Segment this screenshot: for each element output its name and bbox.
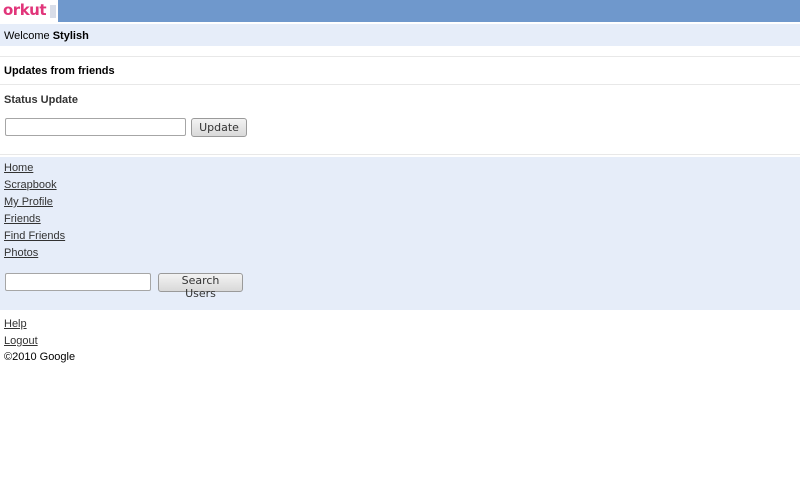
nav-link-home[interactable]: Home: [4, 162, 33, 174]
welcome-bar: Welcome Stylish: [0, 24, 800, 46]
welcome-prefix: Welcome: [4, 30, 50, 42]
nav-link-scrapbook[interactable]: Scrapbook: [4, 179, 57, 191]
top-header-bar: orkut: [0, 0, 800, 22]
status-update-input[interactable]: [5, 118, 186, 136]
welcome-username: Stylish: [52, 30, 89, 42]
updates-title: Updates from friends: [4, 65, 115, 77]
nav-link-find-friends[interactable]: Find Friends: [4, 230, 65, 242]
divider: [0, 84, 800, 85]
copyright-text: ©2010 Google: [4, 351, 76, 363]
search-users-button[interactable]: Search Users: [158, 273, 243, 300]
navigation-panel: Home Scrapbook My Profile Friends Find F…: [0, 157, 800, 310]
search-users-input[interactable]: [5, 273, 151, 291]
nav-link-friends[interactable]: Friends: [4, 213, 41, 225]
divider: [0, 154, 800, 155]
help-link[interactable]: Help: [4, 318, 27, 330]
divider: [0, 56, 800, 57]
nav-link-photos[interactable]: Photos: [4, 247, 38, 259]
logo-text: orkut: [3, 1, 47, 19]
status-update-label: Status Update: [4, 94, 78, 106]
orkut-logo[interactable]: orkut: [0, 0, 58, 22]
logout-link[interactable]: Logout: [4, 335, 38, 347]
welcome-message: Welcome Stylish: [4, 30, 89, 42]
beta-badge-icon: [50, 5, 56, 18]
update-button[interactable]: Update: [191, 118, 247, 137]
nav-link-my-profile[interactable]: My Profile: [4, 196, 53, 208]
